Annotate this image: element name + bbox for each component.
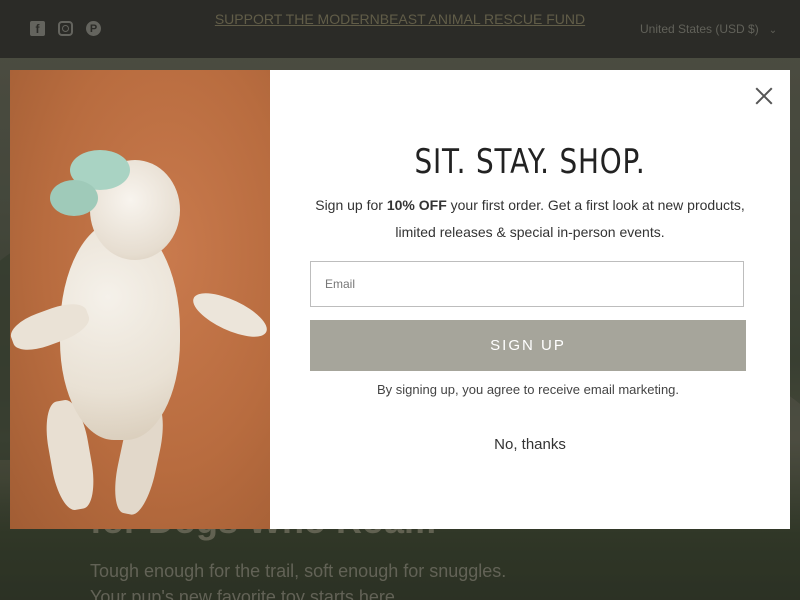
dog-toy xyxy=(50,180,98,216)
popup-subcopy: Sign up for 10% OFF your first order. Ge… xyxy=(310,192,750,246)
newsletter-popup: SIT. STAY. SHOP. Sign up for 10% OFF you… xyxy=(10,70,790,529)
subcopy-suffix: your first order. Get a first look at ne… xyxy=(395,197,745,240)
subcopy-prefix: Sign up for xyxy=(315,197,387,213)
popup-content: SIT. STAY. SHOP. Sign up for 10% OFF you… xyxy=(270,70,790,529)
popup-dog-image xyxy=(10,70,270,529)
no-thanks-link[interactable]: No, thanks xyxy=(470,436,590,453)
email-input[interactable] xyxy=(310,261,744,307)
legal-text: By signing up, you agree to receive emai… xyxy=(376,382,680,397)
close-icon[interactable] xyxy=(752,84,776,108)
subcopy-discount: 10% OFF xyxy=(386,197,447,213)
sign-up-button[interactable]: SIGN UP xyxy=(310,320,746,371)
popup-headline: SIT. STAY. SHOP. xyxy=(414,142,646,182)
dog-illustration xyxy=(187,284,270,346)
